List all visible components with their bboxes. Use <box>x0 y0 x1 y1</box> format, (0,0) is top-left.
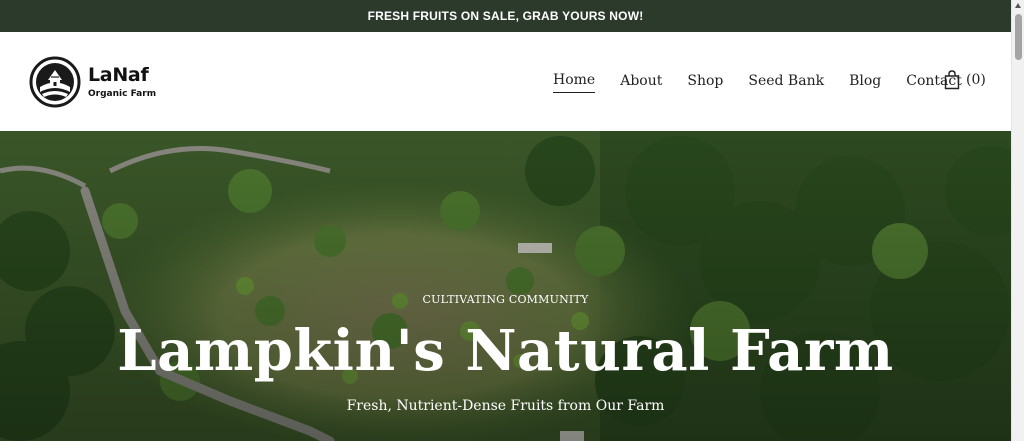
brand-tagline: Organic Farm <box>88 88 157 99</box>
nav-blog[interactable]: Blog <box>849 73 881 93</box>
brand-name: LaNaf <box>88 63 149 86</box>
announcement-bar: FRESH FRUITS ON SALE, GRAB YOURS NOW! <box>0 0 1011 32</box>
scroll-up-arrow-icon[interactable] <box>1015 3 1021 8</box>
nav-seed-bank[interactable]: Seed Bank <box>748 73 824 93</box>
announcement-text: FRESH FRUITS ON SALE, GRAB YOURS NOW! <box>367 9 644 23</box>
brand-logo-link[interactable]: LaNaf Organic Farm <box>29 56 156 108</box>
cart-count: (0) <box>966 72 986 88</box>
scrollbar-thumb[interactable] <box>1015 14 1022 60</box>
hero-content: CULTIVATING COMMUNITY Lampkin's Natural … <box>0 131 1011 441</box>
site-header: LaNaf Organic Farm Home About Shop Seed … <box>0 32 1011 131</box>
nav-shop[interactable]: Shop <box>687 73 723 93</box>
cart-button[interactable]: (0) <box>944 70 986 90</box>
hero-title: Lampkin's Natural Farm <box>117 318 894 384</box>
hero-banner: CULTIVATING COMMUNITY Lampkin's Natural … <box>0 131 1011 441</box>
shopping-bag-icon <box>944 70 960 90</box>
page-scrollbar[interactable] <box>1011 0 1024 441</box>
hero-eyebrow: CULTIVATING COMMUNITY <box>422 293 589 306</box>
main-nav: Home About Shop Seed Bank Blog Contact <box>553 72 987 93</box>
hero-subtitle: Fresh, Nutrient-Dense Fruits from Our Fa… <box>346 398 665 414</box>
nav-about[interactable]: About <box>620 73 662 93</box>
nav-home[interactable]: Home <box>553 72 596 93</box>
farm-logo-icon <box>29 56 81 108</box>
